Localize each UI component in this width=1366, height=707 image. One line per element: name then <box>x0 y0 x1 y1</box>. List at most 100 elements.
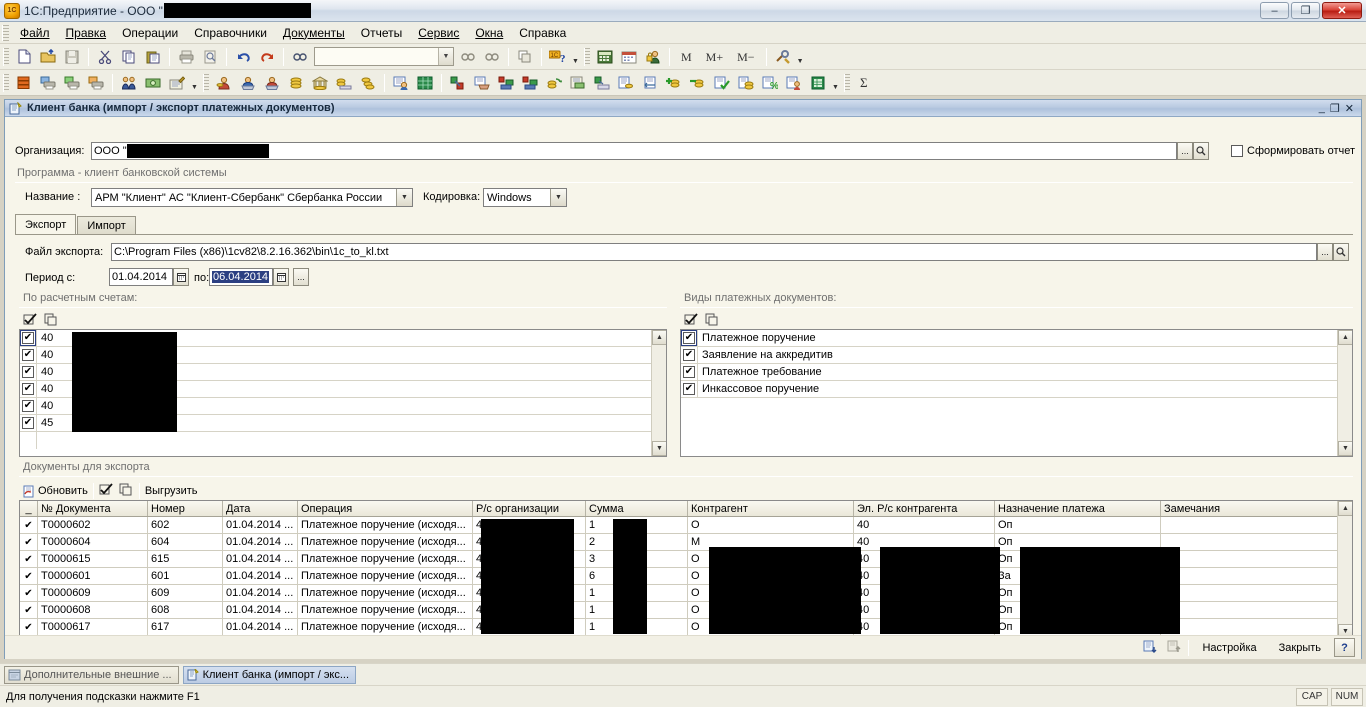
account-checkbox-5[interactable]: ✔ <box>20 398 37 414</box>
account-checkbox-1[interactable]: ✔ <box>20 330 37 346</box>
export-file-ellipsis-button[interactable]: ... <box>1317 243 1333 261</box>
doctypes-list-pane[interactable]: ✔ Платежное поручение ✔ Заявление на акк… <box>680 329 1353 457</box>
print-preview-icon[interactable] <box>199 46 221 68</box>
doc-percent-icon[interactable]: % <box>759 72 781 94</box>
tab-export[interactable]: Экспорт <box>15 214 77 235</box>
doc-exchange-icon[interactable] <box>639 72 661 94</box>
paste-icon[interactable] <box>142 46 164 68</box>
close-form-button[interactable]: Закрыть <box>1270 638 1330 657</box>
accounts-scroll-up-icon[interactable]: ▲ <box>652 330 666 345</box>
menu-reports[interactable]: Отчеты <box>353 23 410 43</box>
col-operation[interactable]: Операция <box>298 501 473 516</box>
save-settings-icon[interactable] <box>1140 638 1160 658</box>
person-cart2-icon[interactable] <box>261 72 283 94</box>
close-button[interactable]: ✕ <box>1322 2 1362 19</box>
doctypes-copy-icon[interactable] <box>705 312 720 330</box>
person-cart-icon[interactable] <box>237 72 259 94</box>
coins-card-icon[interactable] <box>333 72 355 94</box>
toolbar-grip-2[interactable] <box>584 47 590 66</box>
encoding-combo[interactable]: Windows ▼ <box>483 188 567 207</box>
accounts-scroll-down-icon[interactable]: ▼ <box>652 441 666 456</box>
toolbar-search-combo[interactable]: ▼ <box>314 47 454 66</box>
menu-windows[interactable]: Окна <box>467 23 511 43</box>
form-close-button[interactable]: ✕ <box>1345 102 1354 115</box>
coins-icon[interactable] <box>285 72 307 94</box>
print-list-icon[interactable] <box>37 72 59 94</box>
tools-icon[interactable] <box>772 46 794 68</box>
menu-edit[interactable]: Правка <box>58 23 115 43</box>
menu-operations[interactable]: Операции <box>114 23 186 43</box>
green-table-icon[interactable] <box>414 72 436 94</box>
add-coins-icon[interactable] <box>663 72 685 94</box>
period-to-input[interactable]: 06.04.2014 <box>209 268 273 286</box>
toolbar2-grip-1[interactable] <box>3 73 9 92</box>
help-button[interactable]: ? <box>1334 638 1355 657</box>
bank-name-chevron-down-icon[interactable]: ▼ <box>396 189 412 206</box>
user-lock-icon[interactable] <box>642 46 664 68</box>
memory-subtract-button[interactable]: M− <box>731 46 760 68</box>
memory-recall-button[interactable]: M <box>675 46 698 68</box>
upload-button[interactable]: Выгрузить <box>145 485 198 497</box>
accounts-scrollbar[interactable]: ▲ ▼ <box>651 330 666 456</box>
form-restore-button[interactable]: ❐ <box>1330 102 1340 115</box>
period-to-calendar-button[interactable] <box>273 268 289 286</box>
account-checkbox-3[interactable]: ✔ <box>20 364 37 380</box>
documents-check-all-icon[interactable] <box>99 482 114 500</box>
menu-documents[interactable]: Документы <box>275 23 353 43</box>
account-checkbox-4[interactable]: ✔ <box>20 381 37 397</box>
about-1c-icon[interactable]: 1C? <box>547 46 569 68</box>
row-check-7[interactable]: ✔ <box>20 622 37 633</box>
taskbar-button-external-reports[interactable]: Дополнительные внешние ... <box>4 665 179 684</box>
period-from-input[interactable]: 01.04.2014 <box>109 268 173 286</box>
toolbar2-grip-2[interactable] <box>203 73 209 92</box>
doctype-checkbox-4[interactable]: ✔ <box>681 381 698 397</box>
person-coins-icon[interactable] <box>213 72 235 94</box>
doc-check-icon[interactable] <box>711 72 733 94</box>
coins-refresh-icon[interactable] <box>543 72 565 94</box>
tab-import[interactable]: Импорт <box>77 216 136 235</box>
documents-table[interactable]: _ № Документа Номер Дата Операция Р/с ор… <box>19 500 1353 640</box>
col-number[interactable]: Номер <box>148 501 223 516</box>
settings-button[interactable]: Настройка <box>1193 638 1265 657</box>
period-from-calendar-button[interactable] <box>173 268 189 286</box>
col-purpose[interactable]: Назначение платежа <box>995 501 1161 516</box>
cut-icon[interactable] <box>94 46 116 68</box>
doctypes-scrollbar[interactable]: ▲ ▼ <box>1337 330 1352 456</box>
generate-report-row[interactable]: Сформировать отчет <box>1231 145 1355 157</box>
catalog-icon[interactable] <box>13 72 35 94</box>
documents-scrollbar[interactable]: ▲ ▼ <box>1337 501 1352 639</box>
copy-icon[interactable] <box>118 46 140 68</box>
print-icon[interactable] <box>175 46 197 68</box>
cart-doc-icon[interactable] <box>471 72 493 94</box>
redo-icon[interactable] <box>256 46 278 68</box>
minimize-button[interactable]: – <box>1260 2 1289 19</box>
find-icon[interactable] <box>289 46 311 68</box>
doctype-row-3[interactable]: ✔ Платежное требование <box>681 364 1338 381</box>
about-dropdown-icon[interactable]: ▼ <box>570 46 581 68</box>
menubar-grip[interactable] <box>2 24 9 41</box>
generate-report-checkbox[interactable] <box>1231 145 1243 157</box>
new-file-icon[interactable] <box>13 46 35 68</box>
col-counterparty[interactable]: Контрагент <box>688 501 854 516</box>
account-checkbox-2[interactable]: ✔ <box>20 347 37 363</box>
sum-icon[interactable]: Σ <box>854 72 874 94</box>
green-book-icon[interactable] <box>807 72 829 94</box>
open-file-icon[interactable] <box>37 46 59 68</box>
account-checkbox-6[interactable]: ✔ <box>20 415 37 431</box>
doc-money-icon[interactable] <box>567 72 589 94</box>
toolbar2-dropdown-icon[interactable]: ▼ <box>830 72 841 94</box>
doctype-row-1[interactable]: ✔ Платежное поручение <box>681 330 1338 347</box>
window-list-icon[interactable] <box>514 46 536 68</box>
table-row[interactable]: ✔ T0000602 602 01.04.2014 ... Платежное … <box>20 517 1338 534</box>
counterparties-icon[interactable] <box>118 72 140 94</box>
toolbar-grip-1[interactable] <box>3 47 9 66</box>
accounts-list-pane[interactable]: ✔ 40 ✔ 40 ✔ 40 ✔ 40 ✔ 40 ✔ 45 ▲ ▼ <box>19 329 667 457</box>
col-sum[interactable]: Сумма <box>586 501 688 516</box>
restore-settings-icon[interactable] <box>1164 638 1184 658</box>
documents-scroll-up-icon[interactable]: ▲ <box>1338 501 1352 516</box>
doctype-checkbox-3[interactable]: ✔ <box>681 364 698 380</box>
period-more-button[interactable]: ... <box>293 268 309 286</box>
memory-add-button[interactable]: M+ <box>700 46 729 68</box>
calculator-icon[interactable] <box>594 46 616 68</box>
print-report-icon[interactable] <box>85 72 107 94</box>
